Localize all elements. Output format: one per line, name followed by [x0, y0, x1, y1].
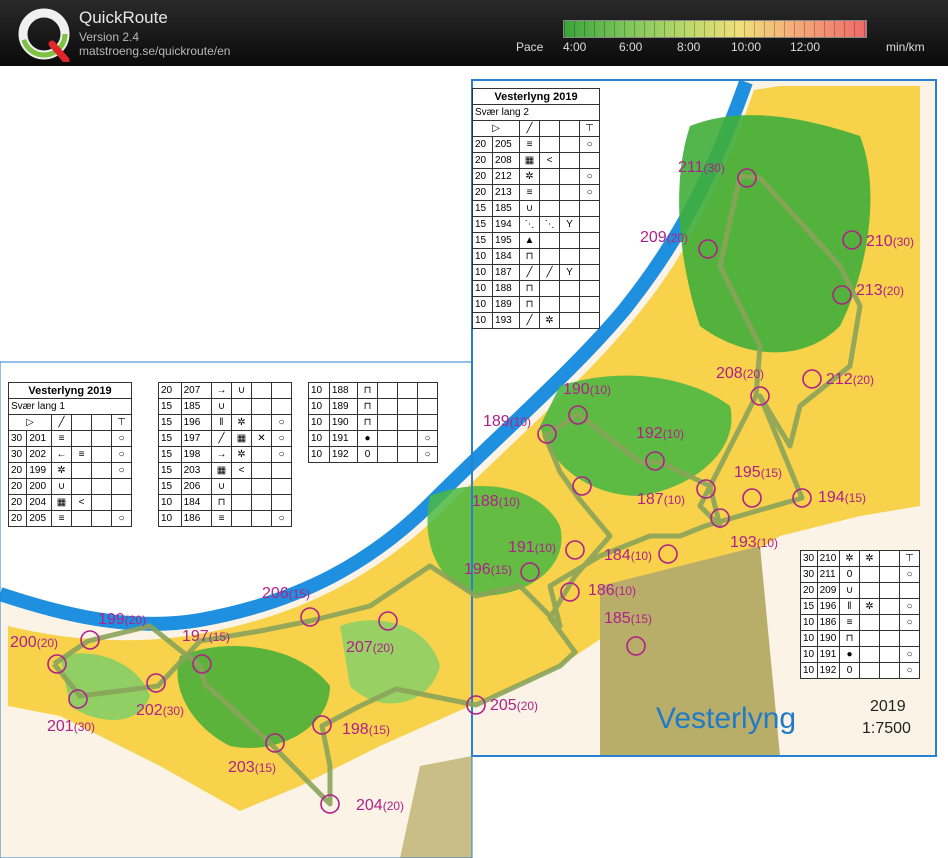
pace-color-scale: [563, 20, 867, 38]
forest-north: [679, 115, 871, 353]
orienteering-map[interactable]: 211(30) 209(20) 210(30) 213(20) 212(20) …: [0, 66, 948, 858]
control-label-187: 187(10): [637, 491, 685, 508]
control-label-197: 197(15): [182, 628, 230, 645]
control-label-201: 201(30): [47, 718, 95, 735]
control-label-192: 192(10): [636, 425, 684, 442]
app-header: QuickRoute Version 2.4 matstroeng.se/qui…: [0, 0, 948, 66]
pace-tick-4: 4:00: [563, 40, 587, 54]
start-triangle-icon: ▷: [472, 120, 520, 137]
quickroute-logo: [18, 8, 70, 62]
control-label-212: 212(20): [826, 371, 874, 388]
control-label-195: 195(15): [734, 464, 782, 481]
control-label-205: 205(20): [490, 697, 538, 714]
control-label-208: 208(20): [716, 365, 764, 382]
pace-unit: min/km: [886, 40, 925, 54]
control-label-199: 199(20): [98, 611, 146, 628]
description-table-middle: 20 207 → ∪ 15 185 ∪ 15 196 ‖ ✲ ○ 15 197 ╱ ▦ ✕ ○ 15 198 →…: [158, 382, 292, 527]
map-title: Vesterlyng: [656, 702, 797, 735]
control-label-200: 200(20): [10, 634, 58, 651]
control-label-184: 184(10): [604, 547, 652, 564]
map-year: 2019: [870, 698, 906, 715]
map-scale: 1:7500: [862, 720, 911, 737]
control-label-189: 189(10): [483, 413, 531, 430]
description-table-bottom-right: 30 210 ✲ ✲ ⊤ 30 211 0 ○ 20 209 ∪ 15 196 ‖ ✲ ○ 10 186 ≡ ○…: [800, 550, 920, 679]
control-label-207: 207(20): [346, 639, 394, 656]
pace-tick-8: 8:00: [677, 40, 701, 54]
app-version: Version 2.4: [79, 30, 140, 44]
control-label-206: 206(15): [262, 585, 310, 602]
control-label-194: 194(15): [818, 489, 866, 506]
description-table-left: Vesterlyng 2019 Svær lang 1 ▷ ╱ ⊤ 30 201 ≡ ○ …: [7, 382, 132, 527]
description-title-left: Vesterlyng 2019: [8, 382, 132, 399]
control-label-209: 209(20): [640, 229, 688, 246]
pace-tick-6: 6:00: [619, 40, 643, 54]
pace-tick-10: 10:00: [731, 40, 762, 54]
control-label-213: 213(20): [856, 282, 904, 299]
control-label-186: 186(10): [588, 582, 636, 599]
control-label-210: 210(30): [866, 233, 914, 250]
pace-label: Pace: [516, 40, 544, 54]
description-course: Svær lang 2: [472, 104, 600, 121]
control-label-191: 191(10): [508, 539, 556, 556]
description-table-right-small: 10 188 ⊓ 10 189 ⊓ 10 190 ⊓ 10 191 ● ○ 10 192 0 ○: [308, 382, 438, 463]
control-label-185: 185(15): [604, 610, 652, 627]
control-label-198: 198(15): [342, 721, 390, 738]
control-label-211: 211(30): [678, 159, 725, 176]
app-url: matstroeng.se/quickroute/en: [79, 44, 231, 58]
control-label-190: 190(10): [563, 381, 611, 398]
control-label-204: 204(20): [356, 797, 404, 814]
description-table-top: Vesterlyng 2019 Svær lang 2 ▷ ╱ ⊤ 20 205 ≡ ○ …: [471, 88, 600, 329]
control-label-203: 203(15): [228, 759, 276, 776]
description-course-left: Svær lang 1: [8, 398, 132, 415]
pace-tick-12: 12:00: [790, 40, 821, 54]
control-label-202: 202(30): [136, 702, 184, 719]
control-label-188: 188(10): [472, 493, 520, 510]
control-label-193: 193(10): [730, 534, 778, 551]
description-title: Vesterlyng 2019: [472, 88, 600, 105]
app-title: QuickRoute: [79, 8, 168, 27]
control-label-196: 196(15): [464, 561, 512, 578]
